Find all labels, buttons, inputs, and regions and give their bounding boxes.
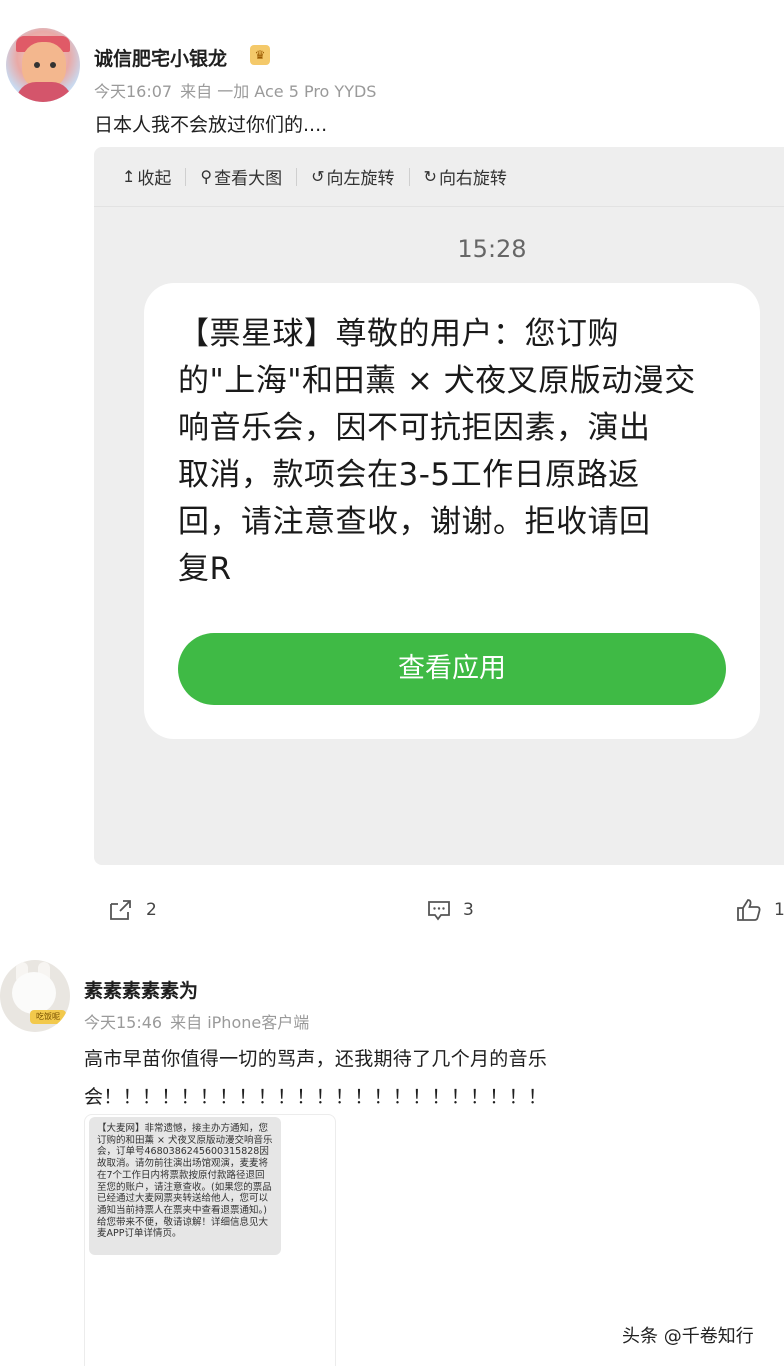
post-meta: 今天16:07 来自 一加 Ace 5 Pro YYDS (94, 78, 376, 102)
username[interactable]: 素素素素素为 (84, 976, 198, 1003)
post-text: 日本人我不会放过你们的.... (94, 114, 328, 136)
collapse-button[interactable]: ↥ 收起 (122, 164, 171, 189)
rotate-right-label: 向右旋转 (438, 169, 507, 189)
view-app-button[interactable]: 查看应用 (178, 633, 726, 705)
rotate-left-label: 向左旋转 (326, 169, 395, 189)
avatar-eye (34, 62, 40, 68)
sms-message-card: 【票星球】尊敬的用户：您订购 的"上海"和田薰 × 犬夜叉原版动漫交 响音乐会，… (144, 283, 760, 739)
post-image-thumbnail[interactable]: 【大麦网】非常遗憾，接主办方通知，您订购的和田薰 × 犬夜叉原版动漫交响音乐会，… (84, 1114, 336, 1366)
rotate-right-icon: ↻ (423, 167, 437, 186)
post-meta: 今天15:46 来自 iPhone客户端 (84, 1009, 309, 1033)
rotate-left-icon: ↺ (311, 167, 325, 186)
share-action[interactable]: 2 (108, 898, 157, 922)
comment-count: 3 (463, 900, 474, 920)
post-time: 今天15:46 (84, 1013, 163, 1032)
username[interactable]: 诚信肥宅小银龙 (94, 44, 227, 71)
post-text: 高市早苗你值得一切的骂声，还我期待了几个月的音乐会！！！！！！！！！！！！！！！… (84, 1048, 548, 1108)
avatar-rabbit (12, 972, 56, 1014)
crown-badge-icon: ♛ (250, 45, 270, 65)
sms-text: 【票星球】尊敬的用户：您订购 的"上海"和田薰 × 犬夜叉原版动漫交 响音乐会，… (178, 316, 696, 587)
sms-time: 15:28 (457, 235, 527, 263)
rotate-left-button[interactable]: ↺ 向左旋转 (311, 164, 394, 189)
user-avatar[interactable]: 吃饭呢 (0, 960, 70, 1032)
collapse-arrow-icon: ↥ (122, 167, 136, 186)
post-source: 来自 iPhone客户端 (170, 1013, 310, 1032)
share-count: 2 (146, 900, 157, 920)
avatar-tag: 吃饭呢 (30, 1010, 66, 1024)
divider (408, 167, 410, 186)
view-large-label: 查看大图 (214, 169, 283, 189)
rotate-right-button[interactable]: ↻ 向右旋转 (424, 164, 507, 189)
thumbs-up-icon (737, 899, 761, 921)
view-large-button[interactable]: ⚲ 查看大图 (200, 164, 282, 189)
user-avatar[interactable] (6, 28, 80, 102)
divider (185, 167, 187, 186)
watermark: 头条 @千卷知行 (622, 1326, 754, 1347)
collapse-label: 收起 (137, 169, 172, 189)
divider (296, 167, 298, 186)
like-action[interactable]: 14 (736, 898, 784, 922)
avatar-eye (50, 62, 56, 68)
avatar-body (16, 82, 72, 102)
share-icon (110, 900, 131, 920)
like-count: 14 (774, 900, 784, 920)
comment-icon (428, 901, 450, 921)
post-time: 今天16:07 (94, 82, 173, 101)
image-viewer: ↥ 收起 ⚲ 查看大图 ↺ 向左旋转 ↻ 向右旋转 15:28 【票星球】尊敬的… (94, 147, 784, 865)
image-toolbar: ↥ 收起 ⚲ 查看大图 ↺ 向左旋转 ↻ 向右旋转 (94, 147, 784, 207)
magnifier-icon: ⚲ (200, 167, 213, 186)
post-source: 来自 一加 Ace 5 Pro YYDS (180, 82, 377, 101)
thumbnail-sms-text: 【大麦网】非常遗憾，接主办方通知，您订购的和田薰 × 犬夜叉原版动漫交响音乐会，… (89, 1117, 281, 1255)
comment-action[interactable]: 3 (427, 898, 474, 922)
